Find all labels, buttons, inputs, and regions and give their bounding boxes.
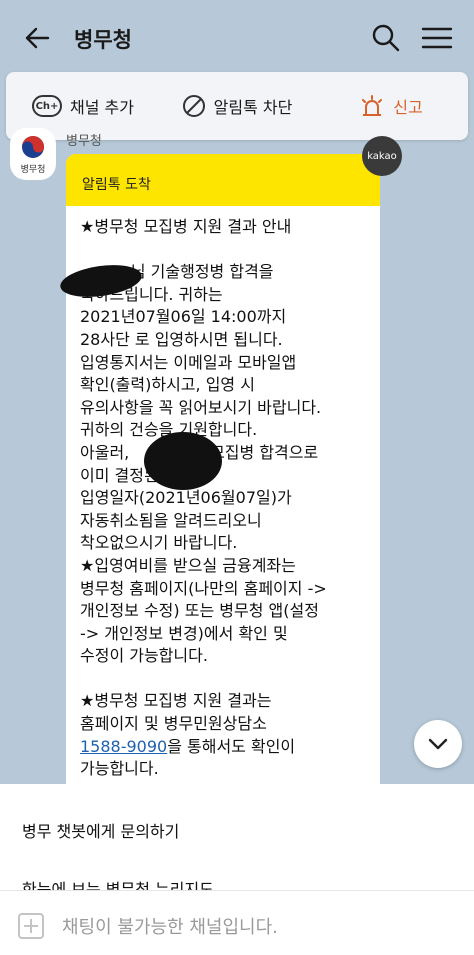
chevron-down-icon: [428, 738, 448, 750]
channel-menu-sheet: 병무 챗봇에게 문의하기 한눈에 보는 병무청 누리지도: [0, 784, 474, 894]
search-button[interactable]: [370, 22, 402, 54]
alimtalk-message-bubble[interactable]: 알림톡 도착 ★병무청 모집병 지원 결과 안내 님 기술행정병 합격을 축하드…: [66, 154, 380, 814]
report-label: 신고: [393, 98, 423, 117]
redaction-mark: [144, 432, 222, 490]
government-emblem-icon: [22, 136, 44, 158]
report-button[interactable]: 신고: [314, 72, 468, 140]
back-button[interactable]: [22, 22, 54, 54]
block-alimtalk-button[interactable]: 알림톡 차단: [160, 72, 314, 140]
plus-icon: [24, 919, 38, 933]
top-app-bar: 병무청: [0, 0, 474, 74]
siren-icon: [362, 95, 383, 116]
kakao-badge: kakao: [362, 136, 402, 176]
page-title: 병무청: [74, 28, 132, 52]
back-arrow-icon: [25, 27, 50, 49]
channel-add-icon: Ch+: [32, 95, 63, 117]
profile-label: 병무청: [20, 165, 46, 175]
bubble-header: 알림톡 도착: [66, 154, 380, 206]
plus-button: [18, 913, 44, 939]
sender-name: 병무청: [66, 134, 102, 149]
chat-disabled-placeholder: 채팅이 불가능한 채널입니다.: [62, 917, 278, 938]
channel-profile-avatar[interactable]: 병무청: [10, 128, 56, 180]
hamburger-menu-icon: [421, 27, 453, 49]
chatbot-inquiry-menu-item[interactable]: 병무 챗봇에게 문의하기: [22, 818, 179, 842]
block-icon: [182, 95, 205, 117]
phone-link[interactable]: 1588-9090: [80, 737, 167, 756]
search-icon: [372, 24, 400, 52]
menu-button[interactable]: [420, 22, 454, 54]
add-channel-label: 채널 추가: [70, 98, 134, 117]
chat-input-bar: 채팅이 불가능한 채널입니다.: [0, 890, 474, 955]
block-alimtalk-label: 알림톡 차단: [213, 98, 293, 117]
scroll-to-bottom-button[interactable]: [414, 720, 462, 768]
